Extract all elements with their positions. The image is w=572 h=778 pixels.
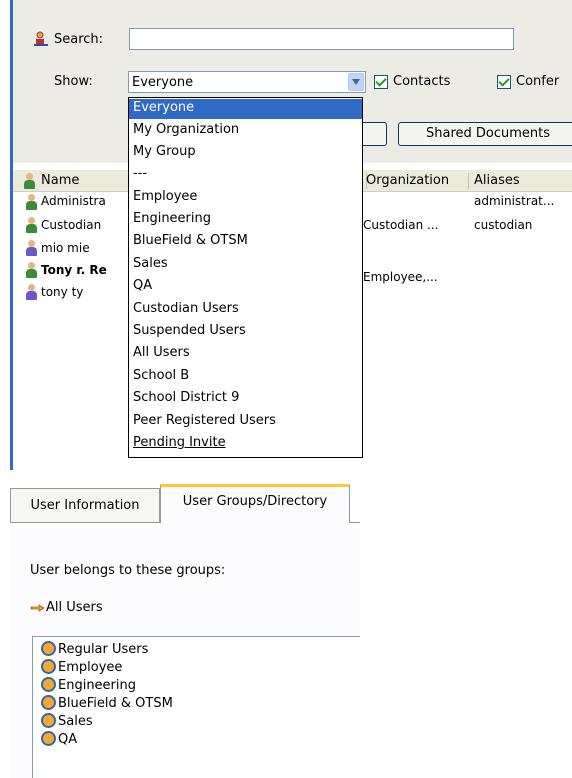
- dropdown-option[interactable]: Suspended Users: [129, 322, 362, 342]
- dropdown-option[interactable]: BlueField & OTSM: [129, 232, 362, 252]
- group-icon: [41, 641, 56, 656]
- group-icon: [41, 713, 56, 728]
- dropdown-option[interactable]: Employee: [129, 188, 362, 208]
- column-header-organization[interactable]: Organization: [366, 173, 449, 188]
- primary-group-label: All Users: [46, 600, 103, 615]
- dropdown-option[interactable]: School B: [129, 367, 362, 387]
- person-search-icon: [34, 31, 48, 46]
- list-item[interactable]: Regular Users: [41, 641, 148, 659]
- person-icon: [25, 194, 37, 210]
- list-item[interactable]: QA: [41, 731, 77, 749]
- conferences-label: Confer: [516, 74, 560, 89]
- column-header-aliases[interactable]: Aliases: [474, 173, 520, 188]
- person-icon: [25, 284, 37, 300]
- conferences-checkbox[interactable]: [497, 75, 511, 89]
- dropdown-option[interactable]: Peer Registered Users: [129, 412, 362, 432]
- dropdown-option[interactable]: Everyone: [129, 99, 362, 119]
- dropdown-option[interactable]: All Users: [129, 344, 362, 364]
- show-select[interactable]: Everyone: [128, 71, 366, 93]
- list-item[interactable]: Sales: [41, 713, 93, 731]
- group-label: Engineering: [58, 678, 136, 693]
- directory-panel: Search: Show: Everyone Contacts Confer S…: [0, 0, 572, 470]
- list-item[interactable]: Engineering: [41, 677, 136, 695]
- dropdown-option[interactable]: Pending Invite: [129, 434, 362, 454]
- person-icon-body: [26, 201, 37, 210]
- group-icon: [41, 659, 56, 674]
- groups-list[interactable]: Regular Users Employee Engineering BlueF…: [32, 636, 360, 778]
- person-icon: [25, 240, 37, 256]
- user-aliases: administrat...: [474, 194, 555, 208]
- chevron-down-icon[interactable]: [348, 73, 364, 91]
- dropdown-option[interactable]: My Group: [129, 143, 362, 163]
- group-label: Employee: [58, 660, 123, 675]
- shared-documents-button[interactable]: Shared Documents: [398, 122, 572, 146]
- tab-user-groups-directory[interactable]: User Groups/Directory: [160, 484, 350, 523]
- show-select-value: Everyone: [132, 75, 194, 90]
- user-name: Tony r. Re: [41, 263, 107, 277]
- user-name: Administra: [41, 194, 106, 208]
- column-separator[interactable]: [468, 173, 469, 189]
- user-name: Custodian: [41, 218, 102, 232]
- dropdown-option[interactable]: ---: [129, 165, 362, 185]
- group-icon: [41, 731, 56, 746]
- user-name: mio mie: [41, 241, 90, 255]
- group-label: Regular Users: [58, 642, 149, 657]
- tab-user-information[interactable]: User Information: [10, 488, 160, 524]
- groups-heading: User belongs to these groups:: [30, 563, 226, 578]
- dropdown-option[interactable]: School District 9: [129, 389, 362, 409]
- dropdown-option[interactable]: My Organization: [129, 121, 362, 141]
- list-item[interactable]: BlueField & OTSM: [41, 695, 173, 713]
- group-label: Sales: [58, 714, 93, 729]
- person-icon: [23, 173, 35, 189]
- contacts-checkbox[interactable]: [374, 75, 388, 89]
- contacts-label: Contacts: [393, 74, 451, 89]
- user-details-panel: User Information User Groups/Directory U…: [0, 484, 360, 778]
- list-item[interactable]: Employee: [41, 659, 122, 677]
- user-organization: Custodian ...: [363, 218, 439, 232]
- dropdown-option[interactable]: Sales: [129, 255, 362, 275]
- dropdown-option[interactable]: QA: [129, 277, 362, 297]
- group-label: QA: [58, 732, 78, 747]
- dropdown-option[interactable]: Custodian Users: [129, 300, 362, 320]
- primary-group: All Users: [30, 600, 103, 615]
- search-input[interactable]: [129, 28, 514, 50]
- column-header-name[interactable]: Name: [41, 173, 79, 188]
- search-label: Search:: [54, 32, 104, 47]
- group-icon: [41, 677, 56, 692]
- hand-icon: [30, 603, 45, 612]
- person-icon: [25, 217, 37, 233]
- group-label: BlueField & OTSM: [58, 696, 173, 711]
- user-aliases: custodian: [474, 218, 533, 232]
- dropdown-option[interactable]: Engineering: [129, 210, 362, 230]
- show-label: Show:: [54, 74, 93, 89]
- show-dropdown-list[interactable]: Everyone My Organization My Group --- Em…: [128, 97, 363, 458]
- person-icon: [25, 262, 37, 278]
- group-icon: [41, 695, 56, 710]
- user-organization: Employee,...: [363, 270, 438, 284]
- user-name: tony ty: [41, 285, 84, 299]
